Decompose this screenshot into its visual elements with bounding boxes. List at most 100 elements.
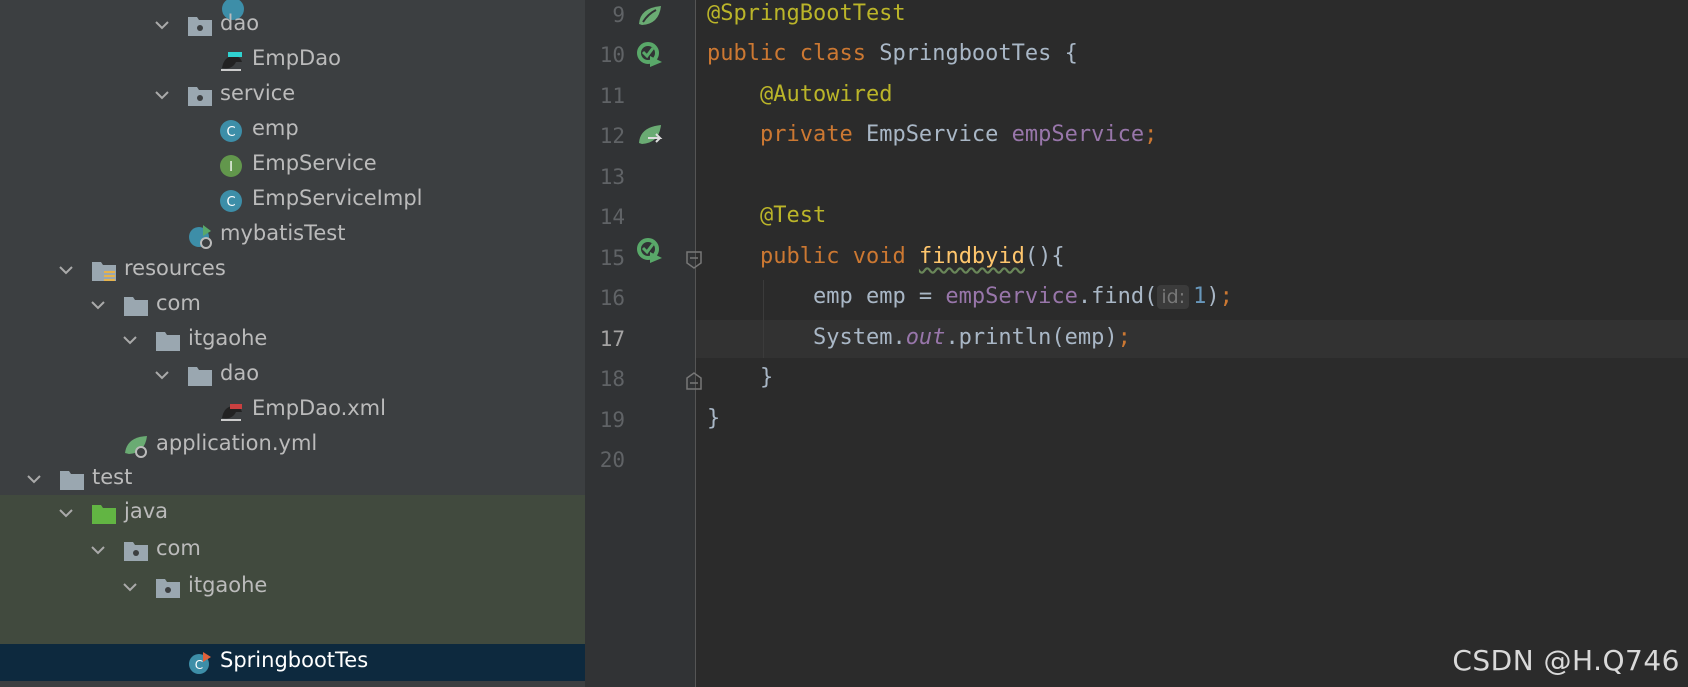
semicolon-token: ; bbox=[1219, 284, 1233, 309]
spring-boot-app-icon bbox=[187, 223, 213, 249]
keyword-token: public bbox=[759, 244, 840, 269]
code-line-10[interactable]: public class SpringbootTes { bbox=[707, 41, 1078, 66]
tree-item-resources[interactable]: resources bbox=[0, 252, 585, 289]
tree-item-label: com bbox=[156, 536, 201, 560]
chevron-down-icon[interactable] bbox=[153, 16, 171, 34]
code-editor[interactable]: 9 10 11 12 13 14 15 16 17 18 19 20 @Spri… bbox=[585, 0, 1688, 687]
chevron-down-icon[interactable] bbox=[89, 296, 107, 314]
run-test-icon[interactable] bbox=[636, 40, 664, 68]
chevron-down-icon[interactable] bbox=[57, 504, 75, 522]
tree-item-empdao[interactable]: EmpDao bbox=[0, 42, 585, 79]
tree-item-itgaohe-test[interactable]: itgaohe bbox=[0, 569, 585, 606]
line-number: 10 bbox=[599, 43, 625, 67]
tree-item-dao[interactable]: dao bbox=[0, 7, 585, 44]
class-ref-token: System. bbox=[812, 325, 906, 350]
run-test-icon[interactable] bbox=[636, 236, 664, 264]
test-class-icon: C bbox=[187, 650, 213, 676]
tree-item-com[interactable]: com bbox=[0, 287, 585, 324]
code-line-15[interactable]: public void findbyid(){ bbox=[707, 244, 1065, 269]
keyword-token: public bbox=[707, 41, 787, 66]
tree-item-label: EmpDao bbox=[252, 46, 341, 70]
keyword-token: class bbox=[799, 41, 866, 66]
tree-item-label: SpringbootTes bbox=[220, 648, 369, 672]
project-tree-panel: dao EmpDao service C emp I EmpService C … bbox=[0, 0, 585, 687]
fold-end-icon[interactable] bbox=[686, 372, 702, 390]
line-number: 18 bbox=[599, 367, 625, 391]
semicolon-token: ; bbox=[1117, 325, 1131, 350]
line-number: 12 bbox=[599, 124, 625, 148]
paren-token: ) bbox=[1206, 284, 1220, 309]
line-number: 20 bbox=[599, 448, 625, 472]
code-line-19[interactable]: } bbox=[707, 406, 720, 431]
code-line-16[interactable]: emp emp = empService.find(id: 1); bbox=[707, 284, 1233, 309]
brace-token: } bbox=[759, 365, 774, 390]
folder-icon bbox=[155, 328, 181, 354]
tree-item-emp[interactable]: C emp bbox=[0, 112, 585, 149]
chevron-down-icon[interactable] bbox=[153, 366, 171, 384]
tree-item-label: resources bbox=[124, 256, 226, 280]
folder-icon bbox=[187, 363, 213, 389]
tree-item-itgaohe[interactable]: itgaohe bbox=[0, 322, 585, 359]
tree-highlight-filler bbox=[0, 606, 585, 644]
tree-item-java[interactable]: java bbox=[0, 495, 585, 532]
package-folder-icon bbox=[187, 83, 213, 109]
code-line-9[interactable]: @SpringBootTest bbox=[707, 1, 906, 26]
paren-token: (){ bbox=[1024, 244, 1065, 269]
tree-item-dao-resources[interactable]: dao bbox=[0, 357, 585, 394]
code-line-14[interactable]: @Test bbox=[707, 203, 826, 228]
interface-icon: I bbox=[218, 153, 244, 179]
tree-item-service[interactable]: service bbox=[0, 77, 585, 114]
code-line-18[interactable]: } bbox=[707, 365, 773, 390]
brace-token: { bbox=[1064, 41, 1078, 66]
autowired-bean-icon[interactable] bbox=[636, 121, 664, 149]
tree-item-empdao-xml[interactable]: EmpDao.xml bbox=[0, 392, 585, 429]
tree-item-label: EmpDao.xml bbox=[252, 396, 386, 420]
chevron-down-icon[interactable] bbox=[25, 470, 43, 488]
line-number: 11 bbox=[599, 84, 625, 108]
tree-item-empserviceimpl[interactable]: C EmpServiceImpl bbox=[0, 182, 585, 219]
tree-item-label: application.yml bbox=[156, 431, 318, 455]
semicolon-token: ; bbox=[1144, 122, 1158, 147]
parameter-hint: id: bbox=[1157, 285, 1190, 309]
type-token: EmpService bbox=[865, 122, 999, 147]
fold-collapse-icon[interactable] bbox=[686, 251, 702, 269]
tree-item-test[interactable]: test bbox=[0, 461, 585, 498]
chevron-down-icon[interactable] bbox=[153, 86, 171, 104]
tree-item-label: test bbox=[92, 465, 133, 489]
package-folder-icon bbox=[187, 13, 213, 39]
line-number: 15 bbox=[599, 246, 625, 270]
line-number: 19 bbox=[599, 408, 625, 432]
tree-item-label: dao bbox=[220, 11, 260, 35]
field-token: empService bbox=[1011, 122, 1145, 147]
spring-bean-icon[interactable] bbox=[636, 2, 664, 30]
tree-item-mybatistest[interactable]: mybatisTest bbox=[0, 217, 585, 254]
folder-icon bbox=[59, 467, 85, 493]
test-source-folder-icon bbox=[91, 501, 117, 527]
keyword-token: private bbox=[759, 122, 853, 147]
chevron-down-icon[interactable] bbox=[57, 261, 75, 279]
chevron-down-icon[interactable] bbox=[121, 578, 139, 596]
resources-folder-icon bbox=[91, 258, 117, 284]
package-folder-icon bbox=[123, 538, 149, 564]
tree-item-empservice[interactable]: I EmpService bbox=[0, 147, 585, 184]
line-number-current: 17 bbox=[599, 327, 625, 351]
tree-item-label: service bbox=[220, 81, 296, 105]
tree-item-label: java bbox=[124, 499, 168, 523]
tree-item-label: com bbox=[156, 291, 201, 315]
code-line-11[interactable]: @Autowired bbox=[707, 82, 892, 107]
code-line-17[interactable]: System.out.println(emp); bbox=[707, 325, 1131, 350]
tree-item-com-test[interactable]: com bbox=[0, 532, 585, 569]
line-number: 9 bbox=[612, 3, 625, 27]
number-token: 1 bbox=[1193, 284, 1207, 309]
tree-item-springboottes[interactable]: C SpringbootTes bbox=[0, 644, 585, 681]
tree-item-application-yml[interactable]: application.yml bbox=[0, 427, 585, 464]
package-folder-icon bbox=[155, 575, 181, 601]
class-name-token: SpringbootTes bbox=[879, 41, 1052, 66]
keyword-token: void bbox=[852, 244, 906, 269]
code-line-12[interactable]: private EmpService empService; bbox=[707, 122, 1157, 147]
chevron-down-icon[interactable] bbox=[121, 331, 139, 349]
mybatis-mapper-icon bbox=[218, 48, 244, 74]
chevron-down-icon[interactable] bbox=[89, 541, 107, 559]
tree-item-label: EmpService bbox=[252, 151, 377, 175]
spring-config-icon bbox=[123, 433, 149, 459]
